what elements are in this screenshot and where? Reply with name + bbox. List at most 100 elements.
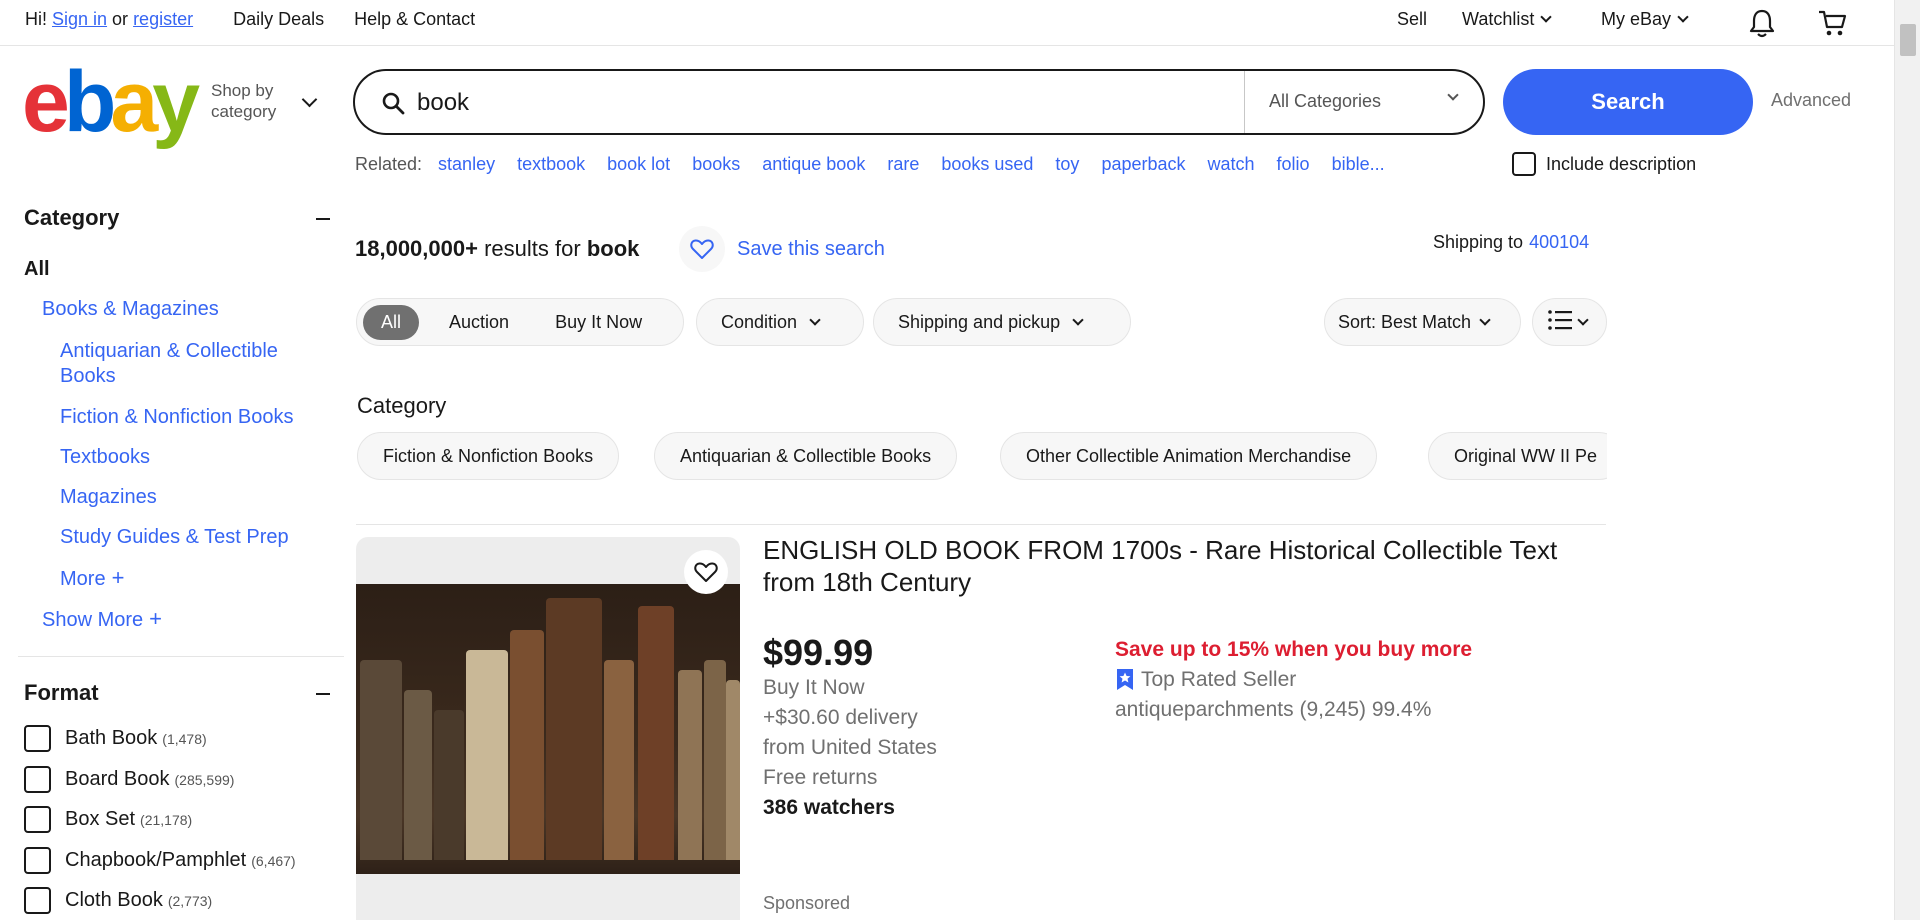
listing-watchers: 386 watchers [763,796,895,819]
sell-link[interactable]: Sell [1397,9,1427,30]
advanced-search-link[interactable]: Advanced [1771,90,1851,111]
related-tag[interactable]: bible... [1332,154,1385,175]
watchlist-menu[interactable]: Watchlist [1462,9,1553,30]
cart-icon[interactable] [1817,9,1847,42]
my-ebay-label: My eBay [1601,9,1672,29]
register-link[interactable]: register [133,9,193,30]
save-search-label: Save this search [737,237,885,260]
sidebar-more-button[interactable]: More + [60,565,124,592]
category-chip[interactable]: Antiquarian & Collectible Books [654,432,958,480]
heart-icon [694,562,718,582]
category-chip[interactable]: Fiction & Nonfiction Books [357,432,620,480]
include-description-label: Include description [1546,153,1697,174]
chevron-down-icon [1577,313,1589,326]
filter-auction[interactable]: Auction [419,312,531,333]
include-description-toggle[interactable]: Include description [1512,152,1696,176]
related-tag[interactable]: textbook [517,154,585,175]
divider [18,656,344,657]
related-tag[interactable]: antique book [762,154,865,175]
sign-in-link[interactable]: Sign in [52,9,107,30]
my-ebay-menu[interactable]: My eBay [1601,9,1689,30]
related-tag[interactable]: toy [1055,154,1079,175]
format-checkbox[interactable] [24,806,51,833]
related-tag[interactable]: folio [1277,154,1310,175]
sidebar-item-books-magazines[interactable]: Books & Magazines [42,297,219,322]
collapse-icon[interactable] [316,693,330,695]
format-option[interactable]: Chapbook/Pamphlet (6,467) [24,847,296,874]
chevron-down-icon [1072,313,1084,326]
chevron-down-icon [1447,89,1459,101]
filter-all[interactable]: All [363,304,420,340]
daily-deals-link[interactable]: Daily Deals [233,9,324,30]
help-contact-link[interactable]: Help & Contact [354,9,475,30]
scrollbar-thumb[interactable] [1900,24,1916,56]
include-description-checkbox[interactable] [1512,152,1536,176]
chevron-down-icon [1677,11,1689,23]
format-checkbox[interactable] [24,766,51,793]
listing-price: $99.99 [763,632,874,673]
format-option[interactable]: Board Book (285,599) [24,766,234,793]
results-count: 18,000,000+ results for book [355,236,640,261]
sort-dropdown[interactable]: Sort: Best Match [1324,298,1521,346]
related-tag[interactable]: books [692,154,740,175]
listing-image[interactable] [356,537,740,920]
shipping-to: Shipping to 400104 [1433,232,1590,252]
sponsored-label: Sponsored [763,893,851,913]
related-tag[interactable]: book lot [607,154,670,175]
shipping-pickup-filter[interactable]: Shipping and pickup [873,298,1131,346]
sidebar-show-more-button[interactable]: Show More + [42,606,162,633]
divider [356,524,1606,525]
category-chip[interactable]: Original WW II Pe [1428,432,1607,480]
notification-bell-icon[interactable] [1748,8,1776,43]
chevron-down-icon [301,91,318,108]
sidebar-format-header: Format [24,680,344,706]
books-photo [356,584,740,874]
search-bar: All Categories [353,69,1485,135]
sidebar-item-textbooks[interactable]: Textbooks [60,445,150,470]
page-scrollbar[interactable] [1894,0,1920,920]
top-navigation-bar: Hi! Sign in or register Daily Deals Help… [0,0,1894,46]
sidebar-item-all[interactable]: All [24,258,50,281]
related-tag[interactable]: rare [887,154,919,175]
category-chip[interactable]: Other Collectible Animation Merchandise [1000,432,1378,480]
category-select[interactable]: All Categories [1244,71,1485,133]
condition-filter[interactable]: Condition [696,298,864,346]
format-checkbox[interactable] [24,725,51,752]
ebay-logo[interactable]: ebay [22,59,202,145]
format-option[interactable]: Cloth Book (2,773) [24,887,212,914]
buying-format-segment: All Auction Buy It Now [356,298,684,346]
format-checkbox[interactable] [24,887,51,914]
filter-buy-it-now[interactable]: Buy It Now [531,312,664,333]
shop-by-category-button[interactable]: Shop by category [211,80,276,122]
collapse-icon[interactable] [316,218,330,220]
top-rated-seller: Top Rated Seller [1115,668,1296,692]
sidebar-item-antiquarian[interactable]: Antiquarian & Collectible Books [60,339,278,389]
seller-info: antiqueparchments (9,245) 99.4% [1115,698,1432,721]
watchlist-label: Watchlist [1462,9,1535,29]
related-tag[interactable]: books used [941,154,1033,175]
view-toggle[interactable] [1532,298,1607,346]
search-icon [381,91,405,115]
format-option[interactable]: Box Set (21,178) [24,806,192,833]
related-tag[interactable]: paperback [1101,154,1185,175]
greeting-area: Hi! Sign in or register Daily Deals Help… [25,9,475,30]
search-input[interactable] [417,87,1197,119]
sidebar-category-header: Category [24,205,344,231]
save-search-button[interactable]: Save this search [679,226,885,272]
related-tag[interactable]: watch [1208,154,1255,175]
watch-heart-button[interactable] [684,550,728,594]
sidebar-item-magazines[interactable]: Magazines [60,485,157,510]
related-label: Related: [355,154,423,174]
sidebar-item-fiction-nonfiction[interactable]: Fiction & Nonfiction Books [60,405,293,430]
format-checkbox[interactable] [24,847,51,874]
chevron-down-icon [1540,11,1553,23]
listing-title[interactable]: ENGLISH OLD BOOK FROM 1700s - Rare Histo… [763,534,1613,598]
heart-icon [679,226,725,272]
greeting-text: Hi! [25,9,47,29]
related-tag[interactable]: stanley [438,154,495,175]
format-heading: Format [24,680,99,705]
search-button[interactable]: Search [1503,69,1753,135]
format-option[interactable]: Bath Book (1,478) [24,725,207,752]
sidebar-item-study-guides[interactable]: Study Guides & Test Prep [60,525,289,550]
zip-code-link[interactable]: 400104 [1529,232,1589,252]
